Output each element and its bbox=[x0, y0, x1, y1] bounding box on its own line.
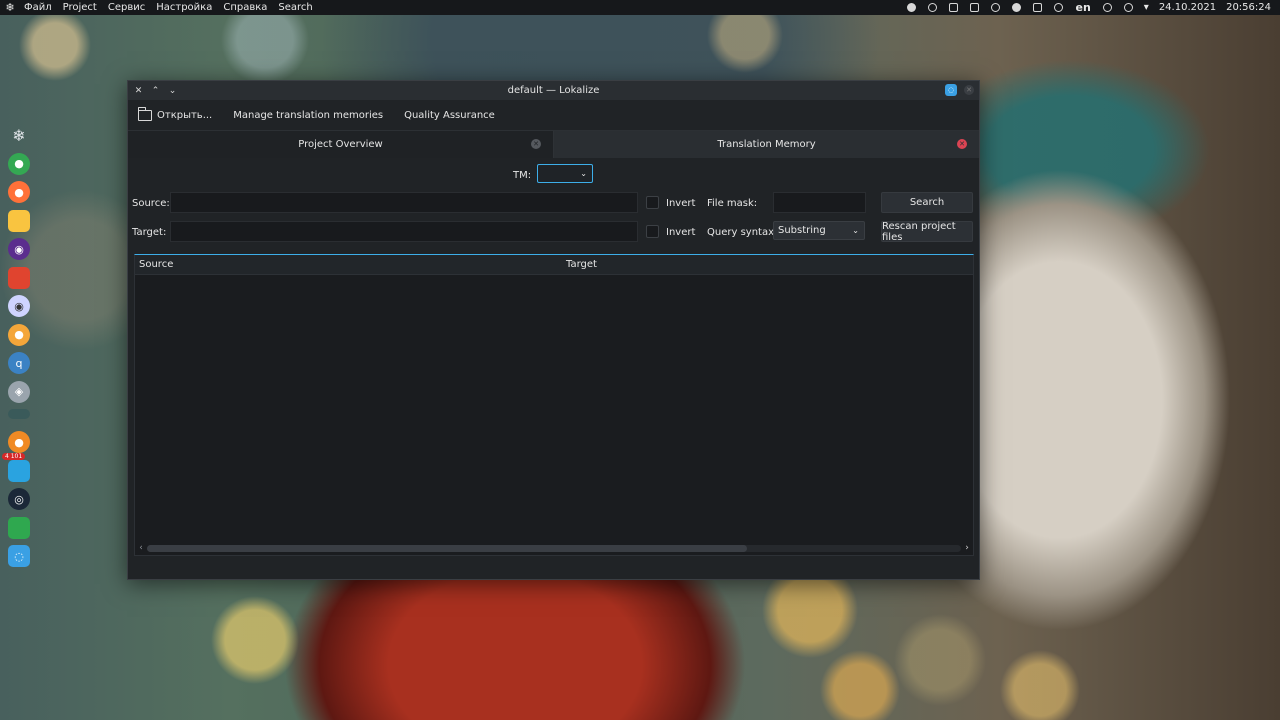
notes-icon[interactable] bbox=[8, 209, 30, 232]
top-panel: ❄ Файл Project Сервис Настройка Справка … bbox=[0, 0, 1280, 15]
telegram-badge: 4 101 bbox=[2, 452, 26, 460]
scroll-right-icon[interactable]: › bbox=[961, 543, 973, 553]
tray-clipboard-icon[interactable] bbox=[970, 3, 980, 12]
scroll-left-icon[interactable]: ‹ bbox=[135, 543, 147, 553]
rescan-project-files-button[interactable]: Rescan project files bbox=[881, 220, 973, 243]
table-header: Source Target bbox=[135, 255, 973, 275]
horizontal-scrollbar[interactable]: ‹ › bbox=[135, 541, 973, 555]
target-invert-checkbox[interactable] bbox=[646, 225, 659, 238]
clock-time[interactable]: 20:56:24 bbox=[1226, 2, 1271, 13]
column-header-target[interactable]: Target bbox=[562, 259, 597, 270]
orange-app-icon[interactable]: ● bbox=[8, 431, 30, 453]
source-invert-checkbox[interactable] bbox=[646, 196, 659, 209]
clock-date[interactable]: 24.10.2021 bbox=[1159, 2, 1216, 13]
tray-app-icon[interactable] bbox=[907, 3, 917, 12]
window-extra-icon[interactable]: ✕ bbox=[964, 85, 974, 95]
scrollbar-track[interactable] bbox=[147, 544, 961, 552]
camera-icon[interactable]: ◉ bbox=[8, 295, 30, 317]
maximize-window-icon[interactable]: ⌃ bbox=[147, 86, 164, 96]
red-app-icon[interactable] bbox=[8, 266, 30, 289]
open-label: Открыть... bbox=[157, 109, 213, 121]
qa-label: Quality Assurance bbox=[404, 109, 495, 121]
file-mask-label: File mask: bbox=[707, 198, 758, 209]
tray-display-icon[interactable] bbox=[1033, 3, 1043, 12]
lokalize-app-icon: ◌ bbox=[945, 84, 957, 96]
manage-tm-label: Manage translation memories bbox=[233, 109, 384, 121]
green-app-icon[interactable] bbox=[8, 516, 30, 539]
source-invert-label: Invert bbox=[666, 198, 696, 209]
lokalize-window: ✕ ⌃ ⌄ default — Lokalize ◌ ✕ Открыть... … bbox=[127, 80, 980, 580]
purple-app-icon[interactable]: ◉ bbox=[8, 238, 30, 260]
column-header-source[interactable]: Source bbox=[135, 259, 562, 270]
query-syntax-select[interactable]: Substring ⌄ bbox=[773, 221, 865, 240]
menu-file[interactable]: Файл bbox=[24, 2, 52, 13]
close-tab-icon[interactable]: ✕ bbox=[531, 139, 541, 149]
snowflake-icon[interactable]: ❄ bbox=[8, 124, 30, 146]
search-button-label: Search bbox=[909, 197, 945, 208]
firefox-icon[interactable]: ● bbox=[8, 181, 30, 203]
orange-circle-icon[interactable]: ● bbox=[8, 323, 30, 346]
window-title: default — Lokalize bbox=[507, 85, 600, 96]
lokalize-icon[interactable]: ◌ bbox=[8, 545, 30, 567]
snowflake-icon[interactable]: ❄ bbox=[2, 1, 18, 14]
menu-settings[interactable]: Настройка bbox=[156, 2, 212, 13]
source-label: Source: bbox=[132, 198, 170, 209]
system-tray: en ▾ 24.10.2021 20:56:24 bbox=[901, 1, 1280, 14]
manage-tm-button[interactable]: Manage translation memories bbox=[233, 110, 383, 121]
scrollbar-thumb[interactable] bbox=[147, 544, 747, 552]
menu-tools[interactable]: Сервис bbox=[108, 2, 145, 13]
tray-network-icon[interactable] bbox=[991, 3, 1001, 12]
terminal-icon[interactable] bbox=[8, 409, 30, 419]
tab-project-overview[interactable]: Project Overview ✕ bbox=[128, 131, 554, 158]
tray-expand-icon[interactable]: ▾ bbox=[1144, 2, 1149, 13]
target-label: Target: bbox=[132, 227, 167, 238]
tm-select[interactable]: ⌄ bbox=[537, 164, 593, 183]
tm-label: TM: bbox=[513, 170, 532, 181]
search-button[interactable]: Search bbox=[881, 192, 973, 213]
dock: ❄ ● ● ◉ ◉ ● q ◈ ● 4 101 ◎ ◌ bbox=[2, 124, 32, 574]
tray-bluetooth-icon[interactable] bbox=[1102, 3, 1112, 12]
minimize-window-icon[interactable]: ⌄ bbox=[164, 86, 181, 96]
global-menu: Файл Project Сервис Настройка Справка Se… bbox=[24, 2, 324, 13]
close-tab-icon[interactable]: ✕ bbox=[957, 139, 967, 149]
telegram-icon[interactable]: 4 101 bbox=[2, 452, 30, 482]
tray-settings-icon[interactable] bbox=[1123, 3, 1133, 12]
close-window-icon[interactable]: ✕ bbox=[130, 86, 147, 96]
steam-icon[interactable]: ◎ bbox=[8, 488, 30, 510]
tab-label: Translation Memory bbox=[717, 139, 816, 150]
source-input[interactable] bbox=[170, 192, 638, 213]
tray-power-icon[interactable] bbox=[928, 3, 938, 12]
chrome-icon[interactable]: ● bbox=[8, 152, 30, 175]
target-invert-label: Invert bbox=[666, 227, 696, 238]
folder-icon bbox=[138, 106, 152, 121]
grey-app-icon[interactable]: ◈ bbox=[8, 380, 30, 403]
translation-memory-panel: TM: ⌄ Source: Invert File mask: Search T… bbox=[128, 158, 979, 578]
query-syntax-label: Query syntax: bbox=[707, 227, 778, 238]
results-table[interactable]: Source Target ‹ › bbox=[134, 254, 974, 556]
query-syntax-value: Substring bbox=[778, 225, 826, 236]
chevron-down-icon: ⌄ bbox=[852, 226, 859, 235]
tray-screen-icon[interactable] bbox=[949, 3, 959, 12]
target-input[interactable] bbox=[170, 221, 638, 242]
tab-label: Project Overview bbox=[298, 139, 383, 150]
file-mask-input[interactable] bbox=[773, 192, 866, 213]
tab-translation-memory[interactable]: Translation Memory ✕ bbox=[554, 131, 979, 158]
quality-assurance-button[interactable]: Quality Assurance bbox=[404, 110, 495, 121]
tray-telegram-icon[interactable] bbox=[1012, 3, 1022, 12]
title-bar[interactable]: ✕ ⌃ ⌄ default — Lokalize ◌ ✕ bbox=[128, 81, 979, 100]
chevron-down-icon: ⌄ bbox=[580, 169, 587, 178]
main-toolbar: Открыть... Manage translation memories Q… bbox=[128, 100, 979, 131]
qbittorrent-icon[interactable]: q bbox=[8, 352, 30, 374]
menu-help[interactable]: Справка bbox=[223, 2, 267, 13]
menu-project[interactable]: Project bbox=[63, 2, 97, 13]
keyboard-layout[interactable]: en bbox=[1075, 1, 1090, 14]
tray-volume-icon[interactable] bbox=[1054, 3, 1064, 12]
menu-search[interactable]: Search bbox=[278, 2, 312, 13]
rescan-button-label: Rescan project files bbox=[882, 220, 956, 243]
tab-bar: Project Overview ✕ Translation Memory ✕ bbox=[128, 131, 979, 158]
open-button[interactable]: Открыть... bbox=[138, 106, 213, 121]
